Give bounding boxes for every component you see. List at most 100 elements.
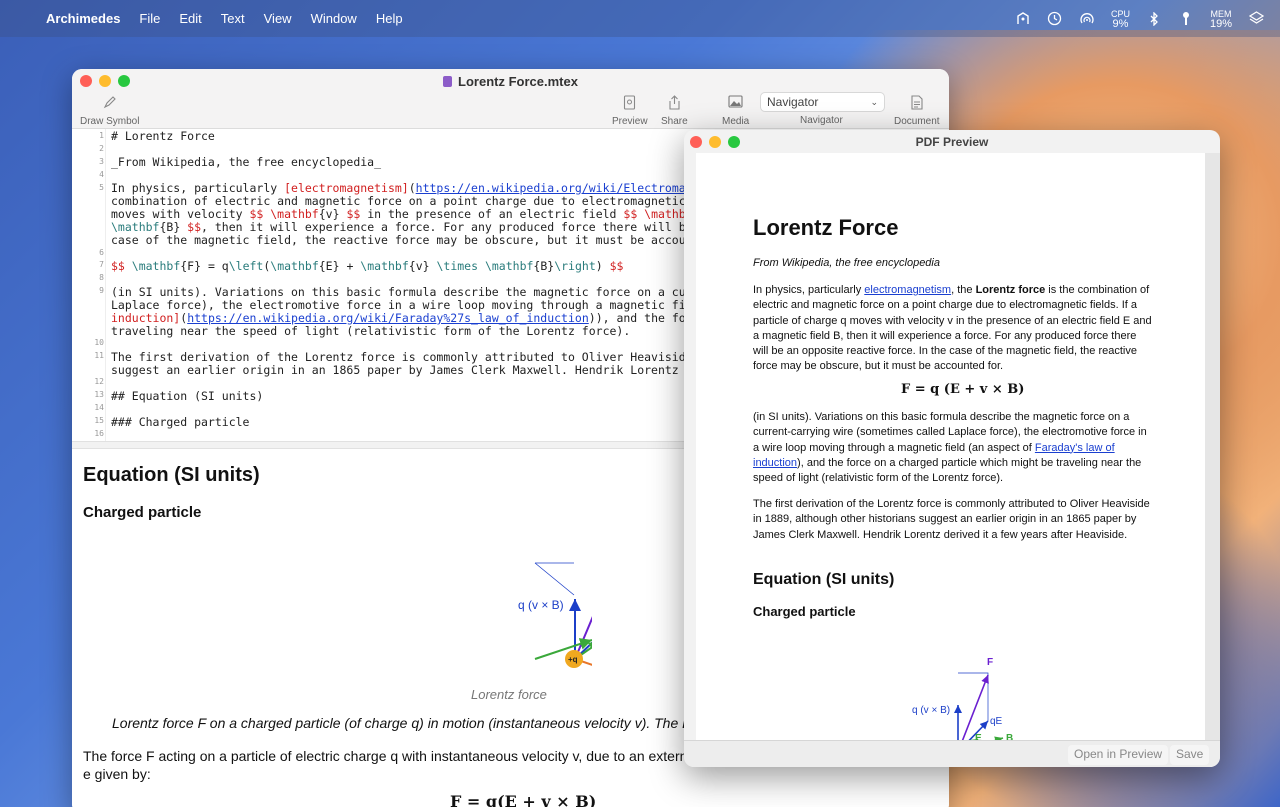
- code-text: in the presence of an electric field: [360, 207, 624, 221]
- media-label: Media: [722, 116, 750, 127]
- code-link-text: induction]: [111, 311, 181, 325]
- line-number: 8: [99, 273, 104, 282]
- share-button[interactable]: Share: [661, 95, 688, 127]
- line-number: 1: [99, 131, 104, 140]
- cpu-value: 9%: [1112, 17, 1129, 30]
- menu-help[interactable]: Help: [376, 11, 403, 26]
- time-machine-icon[interactable]: [1047, 11, 1063, 27]
- draw-symbol-label: Draw Symbol: [80, 116, 140, 127]
- code-line: (in SI units). Variations on this basic …: [111, 285, 700, 299]
- media-button[interactable]: Media: [722, 95, 749, 127]
- code-text: {E} +: [318, 259, 361, 273]
- code-text: {v}: [408, 259, 437, 273]
- code-math-delim: $$: [346, 207, 361, 221]
- cpu-label: CPU: [1110, 8, 1130, 19]
- b-vector: [534, 638, 592, 660]
- code-command: \mathbf: [484, 259, 534, 273]
- code-math-delim: $$ \mathbf: [623, 207, 693, 221]
- code-text: , then it will experience a force. For a…: [201, 220, 693, 234]
- pdf-bottom-bar: Open in Preview Save: [684, 740, 1220, 767]
- pdf-paragraph-3: The first derivation of the Lorentz forc…: [753, 498, 1150, 541]
- save-button[interactable]: Save: [1170, 745, 1210, 765]
- menu-window[interactable]: Window: [311, 11, 357, 26]
- code-link-text: [electromagnetism]: [284, 181, 409, 195]
- code-math-delim: $$: [111, 259, 125, 273]
- line-number: 3: [99, 157, 104, 166]
- code-text: In physics, particularly: [111, 181, 285, 195]
- line-number: 7: [99, 260, 104, 269]
- menu-edit[interactable]: Edit: [179, 11, 201, 26]
- open-in-preview-button[interactable]: Open in Preview: [1068, 745, 1169, 765]
- code-math-delim: $$ \mathbf: [249, 207, 319, 221]
- draw-symbol-button[interactable]: Draw Symbol: [80, 95, 139, 127]
- preview-heading: Equation (SI units): [83, 464, 260, 486]
- document-icon: [911, 95, 923, 111]
- e-label: E: [975, 733, 982, 740]
- mem-meter[interactable]: MEM 19%: [1210, 9, 1232, 30]
- code-math-delim: $$: [609, 259, 624, 273]
- line-number: 4: [99, 170, 104, 179]
- line-number: 9: [99, 286, 104, 295]
- force-label: F: [987, 657, 993, 668]
- accessibility-icon[interactable]: [1015, 11, 1031, 27]
- window-title-text: Lorentz Force.mtex: [458, 74, 578, 89]
- pdf-page[interactable]: Lorentz Force From Wikipedia, the free e…: [696, 153, 1205, 740]
- menu-view[interactable]: View: [264, 11, 292, 26]
- pdf-lorentz-force-diagram: F q (v × B) qE E B: [912, 657, 1013, 740]
- layers-icon[interactable]: [1248, 11, 1264, 27]
- body-paragraph: The force F acting on a particle of elec…: [83, 748, 699, 782]
- code-line: suggest an earlier origin in an 1865 pap…: [111, 363, 700, 377]
- share-icon: [668, 95, 681, 111]
- document-button[interactable]: Document: [894, 95, 940, 127]
- window-title: Lorentz Force.mtex: [72, 74, 949, 89]
- pdf-title-heading: Lorentz Force: [753, 215, 899, 240]
- menu-file[interactable]: File: [139, 11, 160, 26]
- pdf-subtitle: From Wikipedia, the free encyclopedia: [753, 257, 940, 269]
- line-number: 6: [99, 248, 104, 257]
- editor-titlebar[interactable]: Lorentz Force.mtex Draw Symbol Preview S…: [72, 69, 949, 129]
- key-icon[interactable]: [1178, 11, 1194, 27]
- pdf-paragraph-1: In physics, particularly electromagnetis…: [753, 283, 1153, 375]
- document-label: Document: [894, 116, 940, 127]
- pdf-scrollbar[interactable]: [1205, 153, 1220, 740]
- line-number: 11: [94, 351, 104, 360]
- code-line: # Lorentz Force: [111, 129, 215, 143]
- code-command: \mathbf: [124, 259, 181, 273]
- navigator-select[interactable]: Navigator ⌄: [760, 92, 885, 112]
- code-command: \right: [554, 259, 596, 273]
- bluetooth-icon[interactable]: [1146, 11, 1162, 27]
- navigator-select-value: Navigator: [767, 95, 819, 109]
- photo-icon: [728, 95, 743, 111]
- menu-text[interactable]: Text: [221, 11, 245, 26]
- code-text: {v}: [318, 207, 347, 221]
- code-line: traveling near the speed of light (relat…: [111, 324, 631, 338]
- pdf-link-electromagnetism[interactable]: electromagnetism: [864, 284, 951, 296]
- code-text: {F} = q: [180, 259, 229, 273]
- code-text: ): [595, 259, 610, 273]
- cpu-meter[interactable]: CPU 9%: [1110, 8, 1130, 30]
- pdf-text: In physics, particularly: [753, 284, 865, 296]
- line-number: 16: [94, 429, 104, 438]
- code-command: \mathbf: [111, 220, 160, 234]
- airdrop-icon[interactable]: [1079, 11, 1095, 27]
- app-menu[interactable]: Archimedes: [46, 11, 120, 26]
- pdf-equation: F = q (E + v × B): [901, 382, 1025, 397]
- pdf-text: is the combination of electric and magne…: [753, 284, 1152, 373]
- code-line: \mathbf{B} $$, then it will experience a…: [111, 220, 693, 234]
- code-line: induction](https://en.wikipedia.org/wiki…: [111, 311, 700, 325]
- code-url[interactable]: https://en.wikipedia.org/wiki/Electromag…: [416, 181, 707, 195]
- code-url[interactable]: https://en.wikipedia.org/wiki/Faraday%27…: [187, 311, 589, 325]
- code-line: ### Charged particle: [111, 415, 250, 429]
- line-number: 12: [94, 377, 104, 386]
- document-icon: [443, 76, 453, 87]
- b-label: B: [1006, 733, 1013, 740]
- force-vector: [961, 674, 989, 740]
- code-command: \mathbf: [270, 259, 319, 273]
- code-math-delim: $$: [187, 220, 202, 234]
- chevron-down-icon: ⌄: [870, 96, 878, 107]
- lorentz-force-diagram: +q F q (v × B) qE E B θ v: [518, 562, 592, 668]
- preview-button[interactable]: Preview: [612, 95, 648, 127]
- code-command: \times: [436, 259, 479, 273]
- menu-bar: Archimedes File Edit Text View Window He…: [0, 0, 1280, 37]
- code-line: moves with velocity $$ \mathbf{v} $$ in …: [111, 207, 700, 221]
